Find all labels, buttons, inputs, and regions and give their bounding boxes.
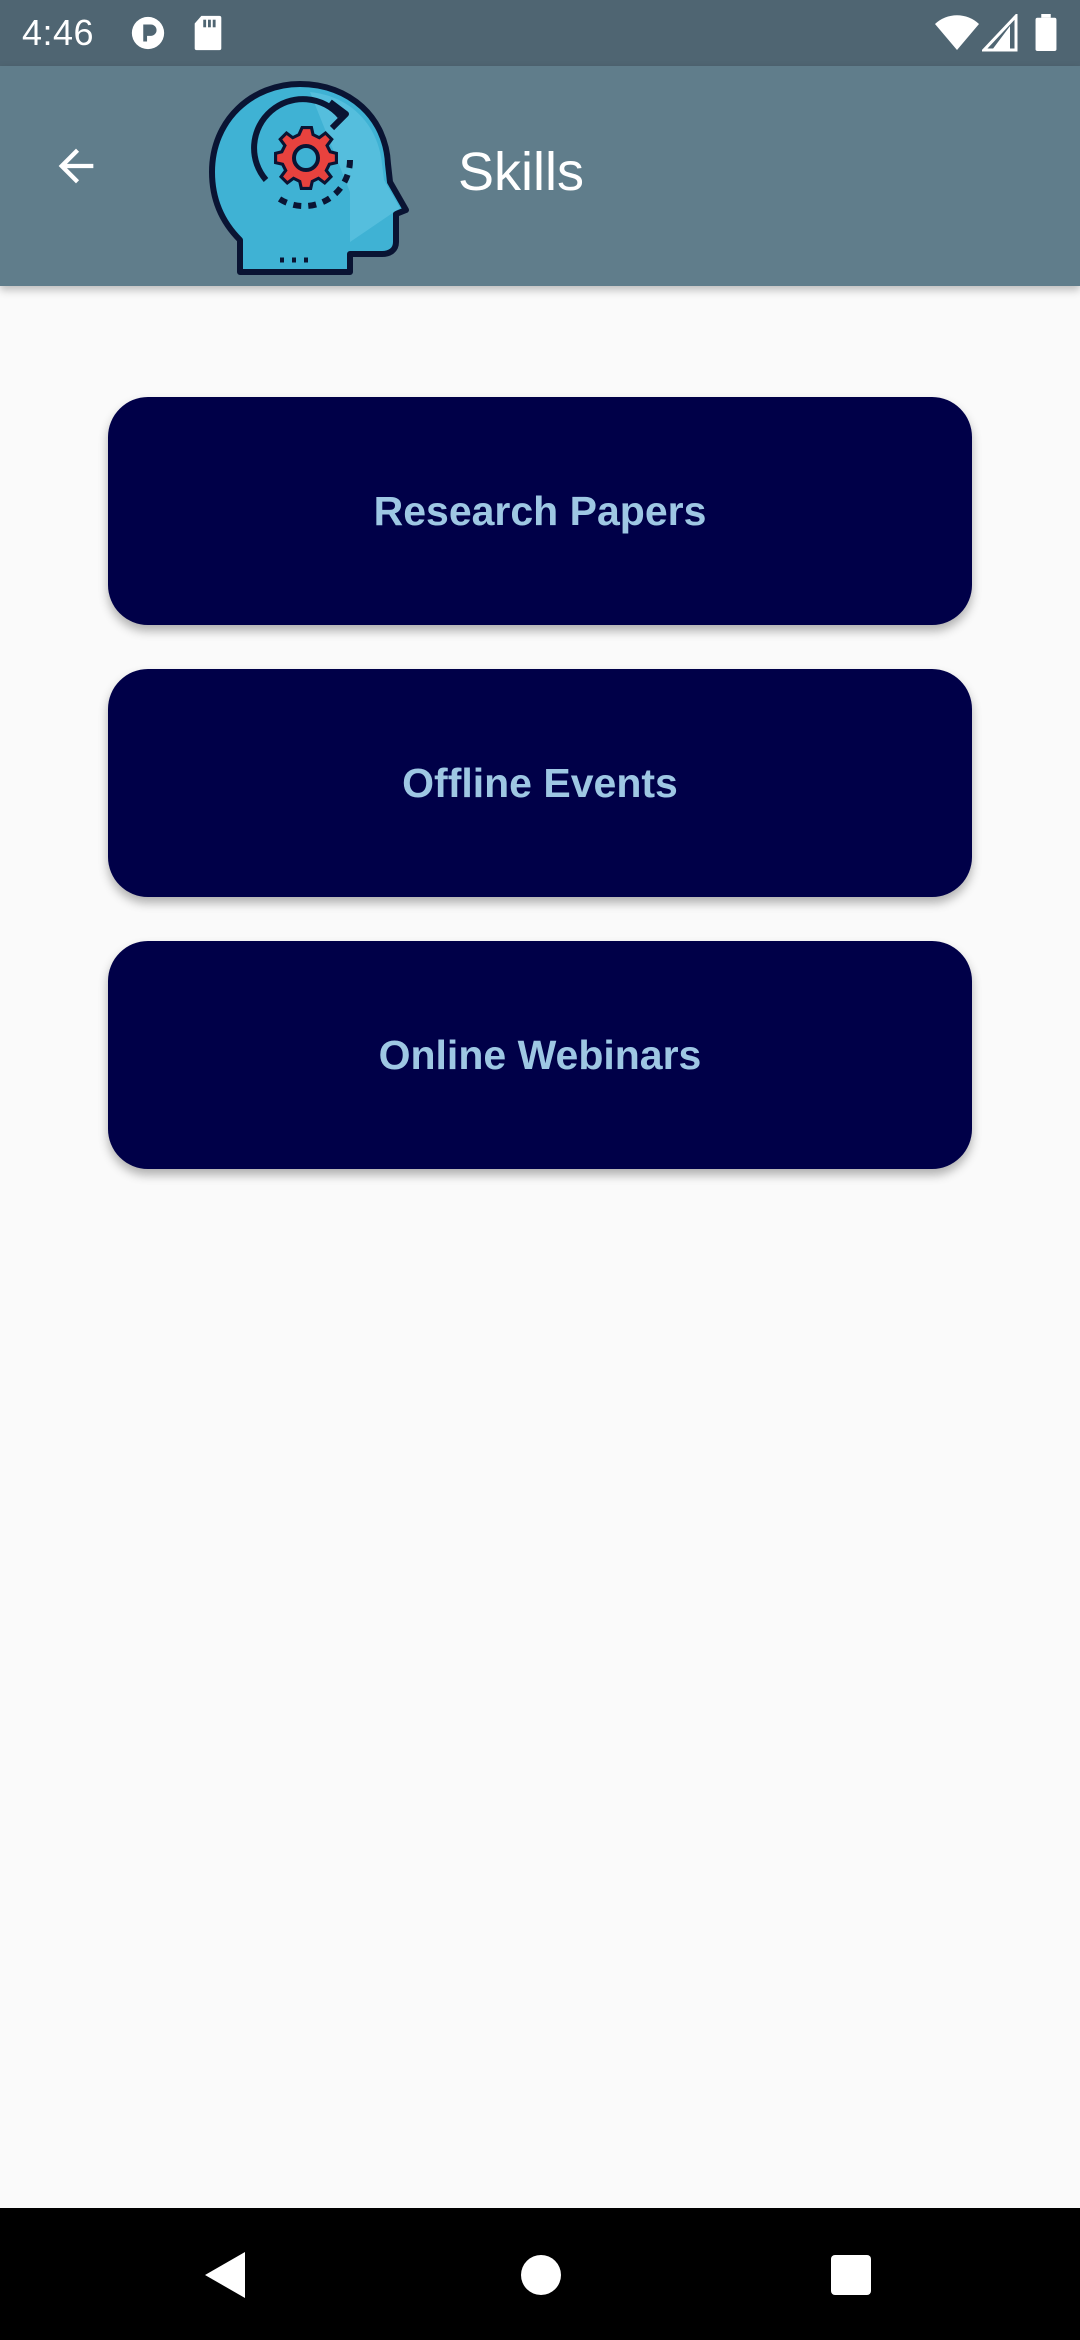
battery-icon xyxy=(1035,14,1057,52)
cell-signal-icon xyxy=(982,14,1018,52)
research-papers-button[interactable]: Research Papers xyxy=(108,397,972,625)
back-button[interactable] xyxy=(36,126,116,206)
nav-home-icon xyxy=(521,2255,561,2295)
menu-card-label: Online Webinars xyxy=(378,1031,702,1078)
wifi-icon xyxy=(935,15,979,50)
page-title: Skills xyxy=(458,142,585,202)
nav-recents-button[interactable] xyxy=(806,2230,896,2320)
data-saver-icon xyxy=(131,16,165,50)
nav-back-icon xyxy=(205,2252,245,2298)
nav-back-button[interactable] xyxy=(180,2230,270,2320)
status-bar: 4:46 xyxy=(0,0,1080,66)
menu-card-label: Offline Events xyxy=(402,759,678,806)
system-navigation-bar xyxy=(0,2208,1080,2340)
sd-card-icon xyxy=(194,15,222,51)
head-gear-icon xyxy=(209,81,409,275)
status-time: 4:46 xyxy=(22,12,95,53)
menu-list: Research Papers Offline Events Online We… xyxy=(108,397,972,1213)
online-webinars-button[interactable]: Online Webinars xyxy=(108,941,972,1169)
app-bar: Skills xyxy=(0,66,1080,286)
nav-recents-icon xyxy=(831,2255,871,2295)
offline-events-button[interactable]: Offline Events xyxy=(108,669,972,897)
nav-home-button[interactable] xyxy=(496,2230,586,2320)
menu-card-label: Research Papers xyxy=(373,487,707,534)
arrow-back-icon xyxy=(58,148,94,184)
